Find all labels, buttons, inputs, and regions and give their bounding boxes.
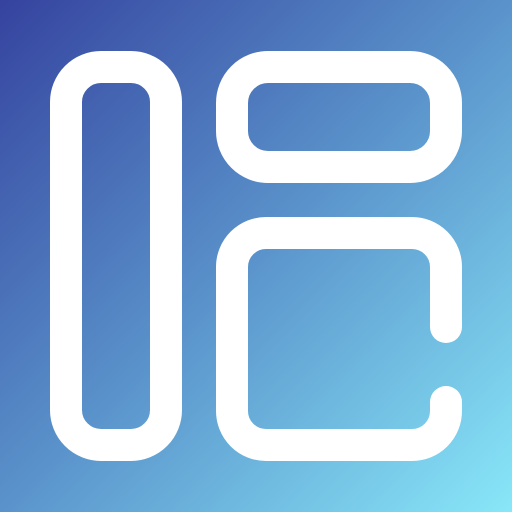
layout-dashboard-icon <box>0 0 512 512</box>
